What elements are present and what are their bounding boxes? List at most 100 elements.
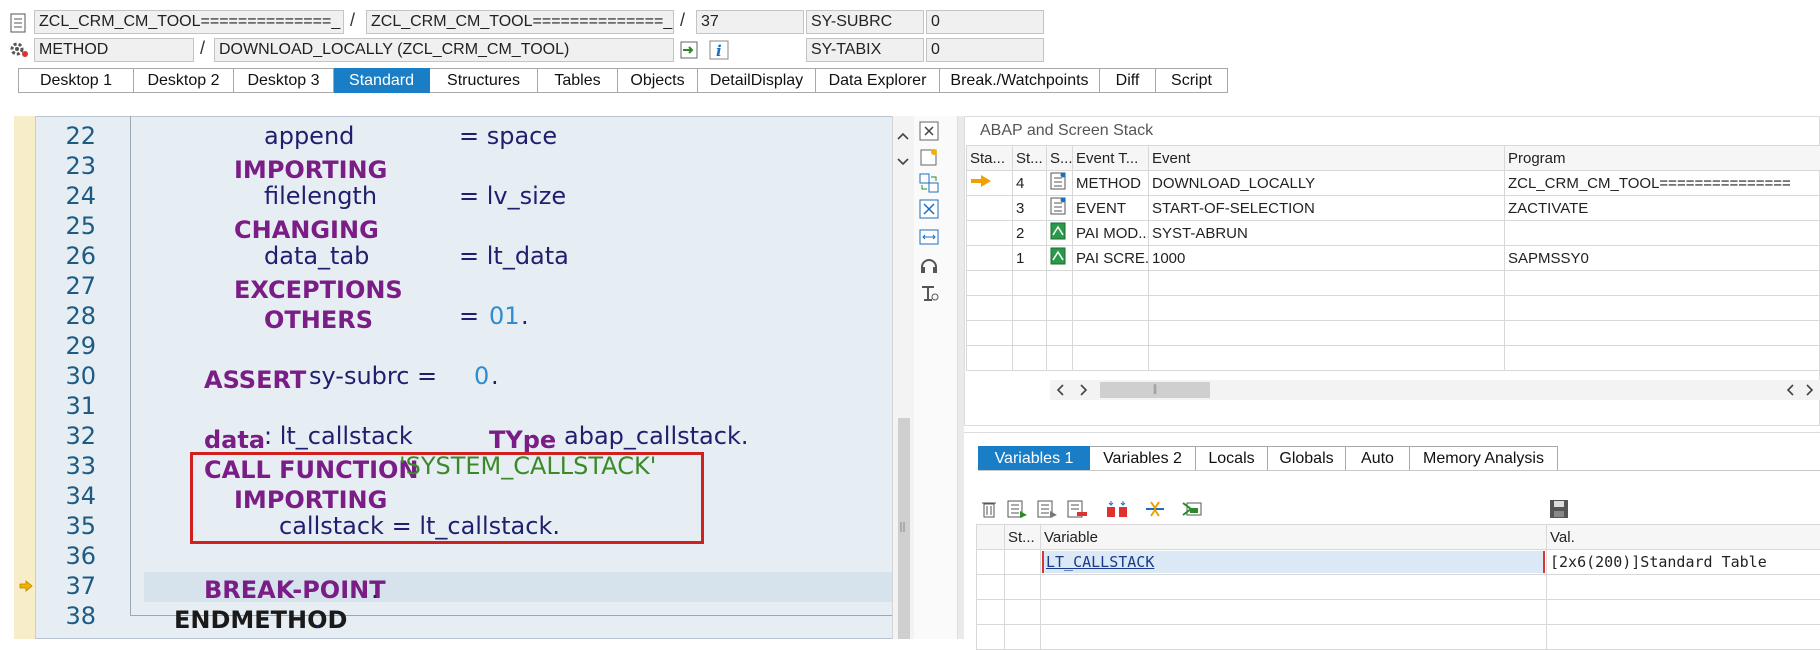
scroll-left-icon[interactable] <box>1782 382 1798 398</box>
splitter-grip-icon[interactable] <box>896 518 910 536</box>
expand-icon[interactable] <box>1142 498 1168 520</box>
tab-breakpoints[interactable]: Break./Watchpoints <box>940 68 1100 93</box>
sysvar-value-2[interactable]: 0 <box>926 38 1044 62</box>
stack-program <box>1505 221 1820 246</box>
sysvar-name-2[interactable]: SY-TABIX <box>806 38 924 62</box>
table-row[interactable]: 1 PAI SCRE... 1000 SAPMSSY0 <box>967 246 1820 271</box>
code-keyword: OTHERS <box>264 305 373 335</box>
line-number: 32 <box>36 421 96 451</box>
separator: / <box>350 10 355 31</box>
variable-value: [2x6(200)]Standard Table <box>1547 550 1820 575</box>
services-tool-icon[interactable] <box>918 254 940 276</box>
tab-desktop-1[interactable]: Desktop 1 <box>18 68 134 93</box>
tab-desktop-2[interactable]: Desktop 2 <box>134 68 234 93</box>
scroll-up-icon[interactable] <box>894 128 912 144</box>
desktop-tabs: Desktop 1 Desktop 2 Desktop 3 Standard S… <box>18 68 1228 93</box>
program-field-1[interactable]: ZCL_CRM_CM_TOOL==============_ <box>34 10 344 34</box>
stack-event: DOWNLOAD_LOCALLY <box>1149 171 1505 196</box>
close-tool-icon[interactable] <box>918 120 940 142</box>
tab-detaildisplay[interactable]: DetailDisplay <box>698 68 816 93</box>
stack-hscroll-thumb[interactable]: ∥ <box>1100 382 1210 398</box>
line-number: 22 <box>36 121 96 151</box>
stack-panel-title: ABAP and Screen Stack <box>980 122 1153 140</box>
tab-tables[interactable]: Tables <box>538 68 618 93</box>
info-icon[interactable]: i <box>708 38 730 62</box>
scroll-right-icon[interactable] <box>1076 382 1092 398</box>
breakpoint-gutter[interactable] <box>14 116 36 639</box>
variable-name-cell[interactable]: LT_CALLSTACK <box>1041 550 1547 575</box>
delete-icon[interactable] <box>978 498 1000 520</box>
line-number: 28 <box>36 301 96 331</box>
line-number: 30 <box>36 361 96 391</box>
swap-tool-icon[interactable] <box>918 172 940 194</box>
scroll-left-icon[interactable] <box>1052 382 1068 398</box>
maximize-tool-icon[interactable] <box>918 198 940 220</box>
sysvar-value-1[interactable]: 0 <box>926 10 1044 34</box>
tab-structures[interactable]: Structures <box>430 68 538 93</box>
col-header[interactable]: Val. <box>1547 525 1820 550</box>
svg-text:i: i <box>716 42 722 60</box>
col-header[interactable]: Variable <box>1041 525 1547 550</box>
code-number: 01 <box>489 301 520 331</box>
col-header[interactable]: Program <box>1505 146 1820 171</box>
table-row[interactable]: 2 PAI MOD... SYST-ABRUN <box>967 221 1820 246</box>
col-header[interactable]: St... <box>1005 525 1041 550</box>
code-token: abap_callstack. <box>564 421 748 451</box>
stack-program: ZACTIVATE <box>1505 196 1820 221</box>
col-header[interactable]: Event <box>1149 146 1505 171</box>
empty-row <box>967 271 1820 296</box>
line-number: 25 <box>36 211 96 241</box>
tab-locals[interactable]: Locals <box>1196 446 1268 471</box>
table-row[interactable]: LT_CALLSTACK [2x6(200)]Standard Table <box>977 550 1820 575</box>
stack-event: START-OF-SELECTION <box>1149 196 1505 221</box>
compress-icon[interactable] <box>1104 498 1130 520</box>
save-icon[interactable] <box>1548 498 1570 520</box>
tab-auto[interactable]: Auto <box>1346 446 1410 471</box>
new-tool-icon[interactable] <box>918 146 940 168</box>
document-icon <box>8 12 28 34</box>
tab-variables-1[interactable]: Variables 1 <box>978 446 1090 471</box>
stack-program: SAPMSSY0 <box>1505 246 1820 271</box>
resize-tool-icon[interactable] <box>918 226 940 248</box>
tab-objects[interactable]: Objects <box>618 68 698 93</box>
method-name-field[interactable]: DOWNLOAD_LOCALLY (ZCL_CRM_CM_TOOL) <box>214 38 674 62</box>
code-token: filelength <box>264 181 377 211</box>
tab-globals[interactable]: Globals <box>1268 446 1346 471</box>
tab-diff[interactable]: Diff <box>1100 68 1156 93</box>
current-stack-arrow-icon <box>970 174 992 188</box>
stack-event-type: PAI MOD... <box>1073 221 1149 246</box>
code-keyword: ASSERT <box>204 365 306 395</box>
stack-type-cell <box>1047 221 1073 246</box>
program-field-2[interactable]: ZCL_CRM_CM_TOOL==============_ <box>366 10 674 34</box>
variable-name-input[interactable]: LT_CALLSTACK <box>1042 551 1545 573</box>
tab-data-explorer[interactable]: Data Explorer <box>816 68 940 93</box>
stack-level: 2 <box>1013 221 1047 246</box>
stack-type-cell <box>1047 171 1073 196</box>
variables-header-row: St... Variable Val. <box>977 525 1820 550</box>
line-field[interactable]: 37 <box>696 10 804 34</box>
code-token: data_tab <box>264 241 369 271</box>
sysvar-name-1[interactable]: SY-SUBRC <box>806 10 924 34</box>
tab-desktop-3[interactable]: Desktop 3 <box>234 68 334 93</box>
table-row[interactable]: 3 EVENT START-OF-SELECTION ZACTIVATE <box>967 196 1820 221</box>
tab-standard[interactable]: Standard <box>334 68 430 93</box>
scroll-down-icon[interactable] <box>894 154 912 170</box>
gutter-divider <box>130 116 131 616</box>
remove-row-icon[interactable] <box>1066 498 1090 520</box>
insert-row-icon[interactable] <box>1006 498 1030 520</box>
col-header[interactable]: S... <box>1047 146 1073 171</box>
col-header[interactable]: Event T... <box>1073 146 1149 171</box>
col-header[interactable]: Sta... <box>967 146 1013 171</box>
scroll-right-icon[interactable] <box>1802 382 1818 398</box>
tools-icon[interactable] <box>918 282 940 304</box>
col-header[interactable]: St... <box>1013 146 1047 171</box>
display-icon[interactable] <box>1180 498 1206 520</box>
stack-event: SYST-ABRUN <box>1149 221 1505 246</box>
tab-memory-analysis[interactable]: Memory Analysis <box>1410 446 1558 471</box>
object-type-field[interactable]: METHOD <box>34 38 194 62</box>
append-row-icon[interactable] <box>1036 498 1060 520</box>
table-row[interactable]: 4 METHOD DOWNLOAD_LOCALLY ZCL_CRM_CM_TOO… <box>967 171 1820 196</box>
tab-variables-2[interactable]: Variables 2 <box>1090 446 1196 471</box>
tab-script[interactable]: Script <box>1156 68 1228 93</box>
navigate-icon[interactable] <box>678 38 700 62</box>
